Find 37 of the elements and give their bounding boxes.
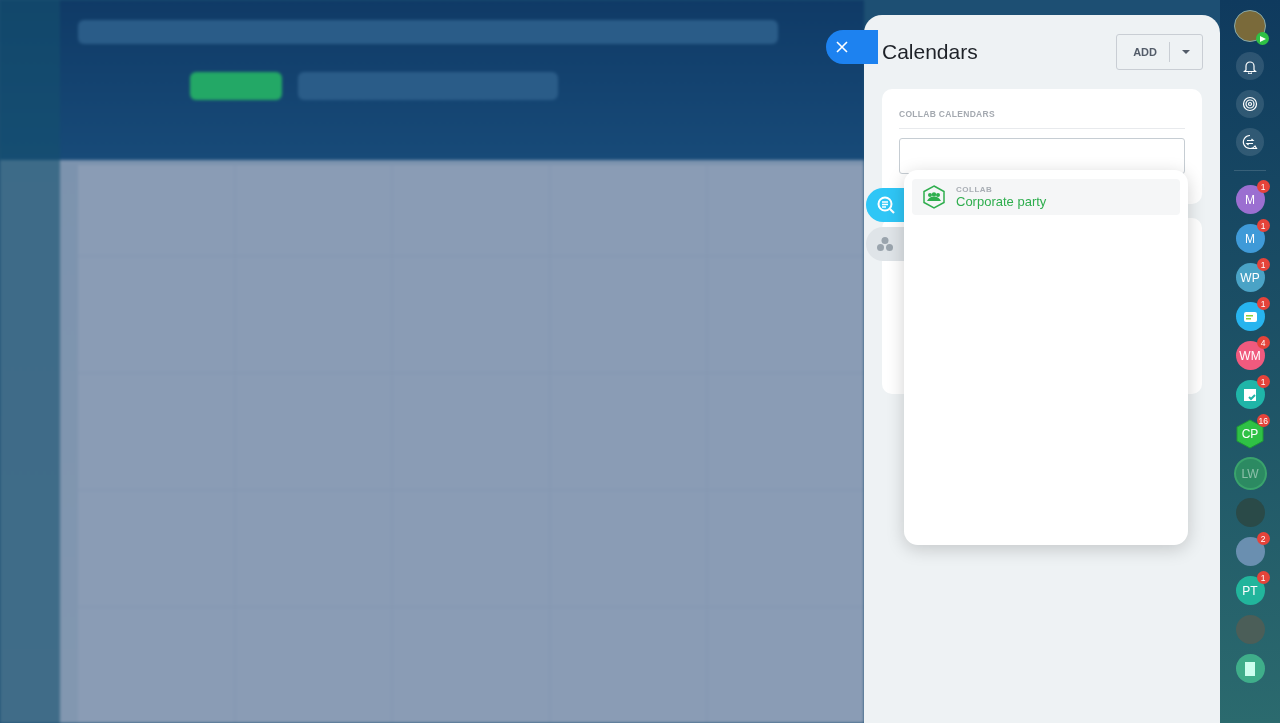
exchange-button[interactable] <box>1236 128 1264 156</box>
caret-icon <box>1182 49 1190 55</box>
group-icon <box>922 185 946 209</box>
count-badge: 1 <box>1256 297 1270 310</box>
user-avatar-placeholder[interactable] <box>1234 10 1266 42</box>
chat-avatar[interactable]: LW <box>1235 459 1265 488</box>
search-field[interactable] <box>899 138 1185 174</box>
search-icon <box>876 195 896 215</box>
chat-bubble-icon <box>1243 311 1257 322</box>
count-badge: 1 <box>1256 571 1270 584</box>
count-badge: 4 <box>1256 336 1270 349</box>
count-badge: 1 <box>1256 180 1270 193</box>
circles-icon <box>876 236 894 252</box>
count-badge: 2 <box>1256 532 1270 545</box>
spiral-icon <box>1242 96 1258 112</box>
chat-bubbles-avatar[interactable] <box>1235 302 1265 331</box>
document-icon <box>1245 661 1255 676</box>
document-avatar[interactable] <box>1235 654 1265 683</box>
section-title: COLLAB CALENDARS <box>899 105 1185 129</box>
play-icon <box>1256 32 1269 45</box>
task-avatar[interactable] <box>1235 380 1265 409</box>
count-badge: 1 <box>1256 258 1270 271</box>
close-button[interactable] <box>826 30 878 64</box>
panel-title: Calendars <box>882 40 978 64</box>
bell-icon <box>1243 58 1257 74</box>
chat-arrows-icon <box>1242 134 1258 150</box>
add-button[interactable]: ADD <box>1117 42 1170 62</box>
result-type: COLLAB <box>956 185 994 194</box>
count-badge: 1 <box>1256 219 1270 232</box>
activity-button[interactable] <box>1236 90 1264 118</box>
result-item[interactable]: COLLAB Corporate party <box>912 179 1180 215</box>
checkbox-icon <box>1244 388 1256 401</box>
result-name: Corporate party <box>956 194 1047 209</box>
count-badge: 1 <box>1256 375 1270 388</box>
count-badge: 16 <box>1256 414 1270 427</box>
close-icon <box>836 41 848 53</box>
notifications-button[interactable] <box>1236 52 1264 80</box>
